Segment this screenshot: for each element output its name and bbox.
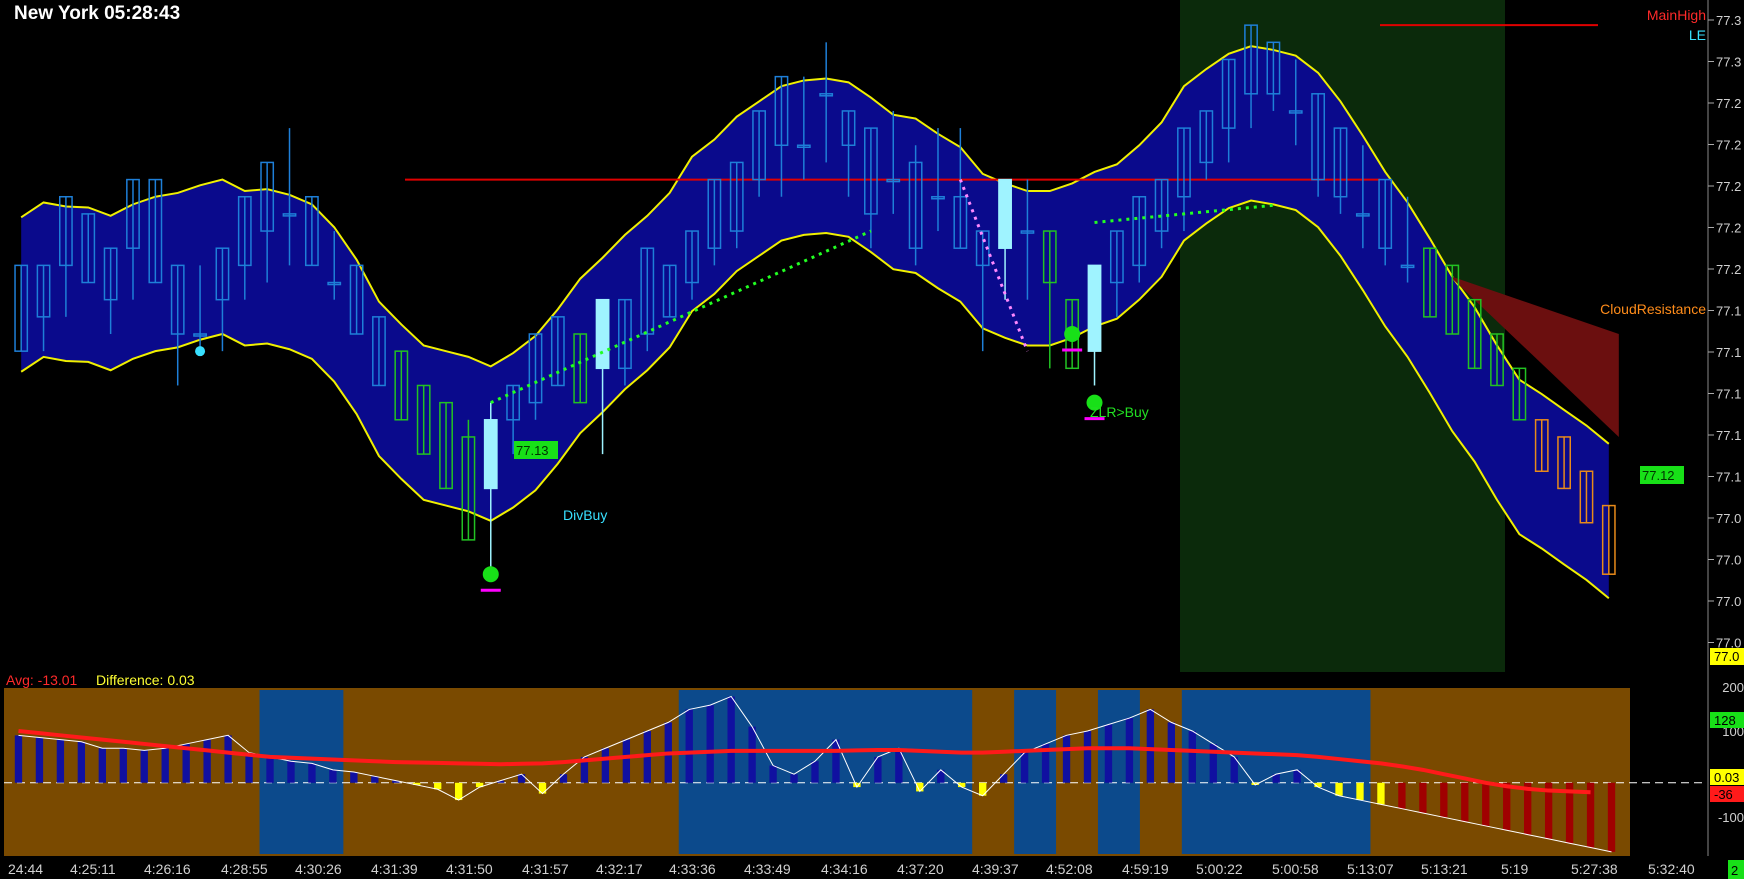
- price-tick-label: 77.2: [1716, 179, 1741, 194]
- price-tick-label: 77.1: [1716, 387, 1741, 402]
- price-tag-1: 77.13: [516, 443, 549, 458]
- time-label: 5:00:22: [1196, 861, 1243, 877]
- time-label: 4:37:20: [897, 861, 944, 877]
- price-tick-label: 77.0: [1716, 553, 1741, 568]
- indicator-tick-label: -100: [1718, 810, 1744, 825]
- time-label: 4:39:37: [972, 861, 1019, 877]
- time-label: 4:31:39: [371, 861, 418, 877]
- price-bar: [595, 298, 610, 370]
- avg-label: Avg: -13.01: [6, 672, 78, 688]
- le-label: LE: [1689, 27, 1706, 43]
- price-tick-label: 77.3: [1716, 13, 1741, 28]
- zlr-buy-label: ZLR>Buy: [1090, 404, 1149, 420]
- trading-chart[interactable]: 77.3 77.3 77.2 77.2 77.2 77.2 77.2 77.1 77.1 77.1…: [0, 0, 1744, 879]
- price-tag-2: 77.12: [1642, 468, 1675, 483]
- price-bar: [1087, 264, 1102, 352]
- price-bar: [483, 419, 498, 490]
- price-tick-label: 77.2: [1716, 96, 1741, 111]
- time-label: 4:33:49: [744, 861, 791, 877]
- price-tick-label: 77.2: [1716, 262, 1741, 277]
- time-label: 4:31:50: [446, 861, 493, 877]
- buy-signal-dot: [482, 566, 499, 583]
- price-bar: [998, 178, 1012, 249]
- price-tick-label: 77.1: [1716, 428, 1741, 443]
- time-label: 5:27:38: [1571, 861, 1618, 877]
- time-label: 5:13:21: [1421, 861, 1468, 877]
- price-tick-label: 77.1: [1716, 304, 1741, 319]
- time-label: 4:28:55: [221, 861, 268, 877]
- buy-signal-dot: [1064, 326, 1081, 342]
- time-label: 24:44: [8, 861, 43, 877]
- corner-label: 2: [1731, 863, 1738, 878]
- cloud-resistance-label: CloudResistance: [1600, 301, 1706, 317]
- time-label: 4:26:16: [144, 861, 191, 877]
- price-tick-label: 77.3: [1716, 55, 1741, 70]
- time-axis: 24:44 4:25:11 4:26:16 4:28:55 4:30:26 4:31:39…: [8, 861, 1695, 877]
- le-dot: [195, 346, 206, 357]
- indicator-tick-label: 200: [1722, 680, 1744, 695]
- main-high-label: MainHigh: [1647, 7, 1706, 23]
- current-price-label: 77.0: [1714, 649, 1739, 664]
- indicator-tag-neg: -36: [1714, 787, 1733, 802]
- price-tick-label: 77.0: [1716, 594, 1741, 609]
- chart-title: New York 05:28:43: [14, 3, 180, 24]
- time-label: 5:00:58: [1272, 861, 1319, 877]
- time-label: 4:34:16: [821, 861, 868, 877]
- time-label: 4:33:36: [669, 861, 716, 877]
- difference-label: Difference: 0.03: [96, 672, 195, 688]
- div-buy-label: DivBuy: [563, 507, 607, 523]
- time-label: 5:13:07: [1347, 861, 1394, 877]
- blue-zone: [678, 690, 973, 854]
- time-label: 5:19: [1501, 861, 1528, 877]
- price-tick-label: 77.1: [1716, 345, 1741, 360]
- time-label: 4:30:26: [295, 861, 342, 877]
- time-label: 4:59:19: [1122, 861, 1169, 877]
- time-label: 4:32:17: [596, 861, 643, 877]
- price-tick-label: 77.2: [1716, 221, 1741, 236]
- time-label: 4:52:08: [1046, 861, 1093, 877]
- price-panel[interactable]: [0, 0, 1708, 672]
- price-tick-label: 77.2: [1716, 138, 1741, 153]
- price-tick-label: 77.1: [1716, 470, 1741, 485]
- time-label: 4:31:57: [522, 861, 569, 877]
- indicator-panel[interactable]: [4, 688, 1706, 856]
- price-tick-label: 77.0: [1716, 511, 1741, 526]
- indicator-tag-0: 0.03: [1714, 770, 1739, 785]
- indicator-tag-128: 128: [1714, 713, 1736, 728]
- blue-zone: [1014, 690, 1057, 854]
- time-label: 5:32:40: [1648, 861, 1695, 877]
- time-label: 4:25:11: [70, 861, 116, 877]
- blue-zone: [1097, 690, 1140, 854]
